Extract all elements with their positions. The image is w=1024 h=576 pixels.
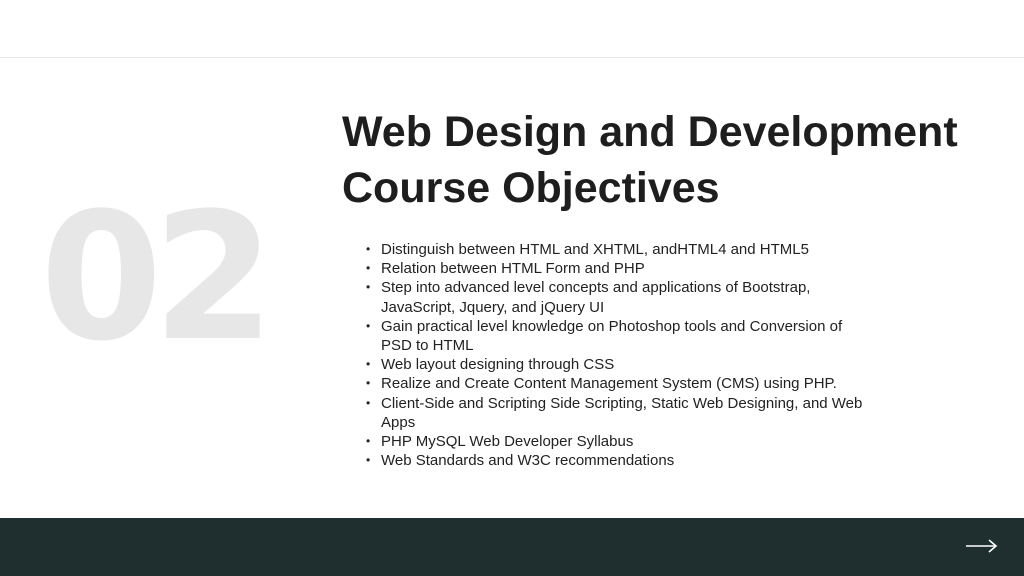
list-item: • PHP MySQL Web Developer Syllabus bbox=[362, 432, 872, 451]
list-item: • Relation between HTML Form and PHP bbox=[362, 259, 872, 278]
slide-number: 02 bbox=[40, 175, 275, 380]
page-title: Web Design and Development Course Object… bbox=[342, 104, 982, 216]
list-item-text: Web Standards and W3C recommendations bbox=[381, 452, 675, 470]
bullet-icon: • bbox=[366, 434, 371, 449]
list-item-text: Relation between HTML Form and PHP bbox=[381, 260, 645, 278]
list-item: • Gain practical level knowledge on Photo… bbox=[362, 317, 872, 355]
list-item-text: Web layout designing through CSS bbox=[381, 356, 615, 374]
list-item-text: Client-Side and Scripting Side Scripting… bbox=[381, 394, 863, 431]
title-line-1: Web Design and Development bbox=[342, 108, 958, 156]
list-item-text: Distinguish between HTML and XHTML, andH… bbox=[381, 241, 809, 258]
bullet-icon: • bbox=[366, 376, 371, 391]
list-item-text: Gain practical level knowledge on Photos… bbox=[381, 317, 843, 355]
list-item: • Client-Side and Scripting Side Scriptin… bbox=[362, 394, 872, 432]
list-item: • Web Standards and W3C recommendations bbox=[362, 451, 872, 470]
top-divider bbox=[0, 57, 1024, 58]
bullet-icon: • bbox=[366, 357, 371, 372]
bullet-icon: • bbox=[366, 395, 371, 410]
list-item: • Realize and Create Content Management S… bbox=[362, 374, 872, 393]
arrow-right-icon bbox=[966, 539, 998, 553]
objectives-list: • Distinguish between HTML and XHTML, and… bbox=[362, 240, 872, 470]
footer-bar bbox=[0, 518, 1024, 576]
list-item: • Distinguish between HTML and XHTML, and… bbox=[362, 240, 872, 259]
list-item: • Web layout designing through CSS bbox=[362, 355, 872, 374]
bullet-icon: • bbox=[366, 453, 371, 468]
list-item: • Step into advanced level concepts and a… bbox=[362, 278, 872, 316]
list-item-text: Realize and Create Content Management Sy… bbox=[381, 375, 837, 393]
bullet-icon: • bbox=[366, 261, 371, 276]
list-item-text: Step into advanced level concepts and ap… bbox=[381, 279, 811, 316]
title-line-2: Course Objectives bbox=[342, 164, 720, 212]
next-slide-button[interactable] bbox=[966, 534, 998, 558]
bullet-icon: • bbox=[366, 280, 371, 295]
bullet-icon: • bbox=[366, 318, 371, 333]
bullet-icon: • bbox=[366, 242, 371, 256]
list-item-text: PHP MySQL Web Developer Syllabus bbox=[381, 433, 634, 451]
